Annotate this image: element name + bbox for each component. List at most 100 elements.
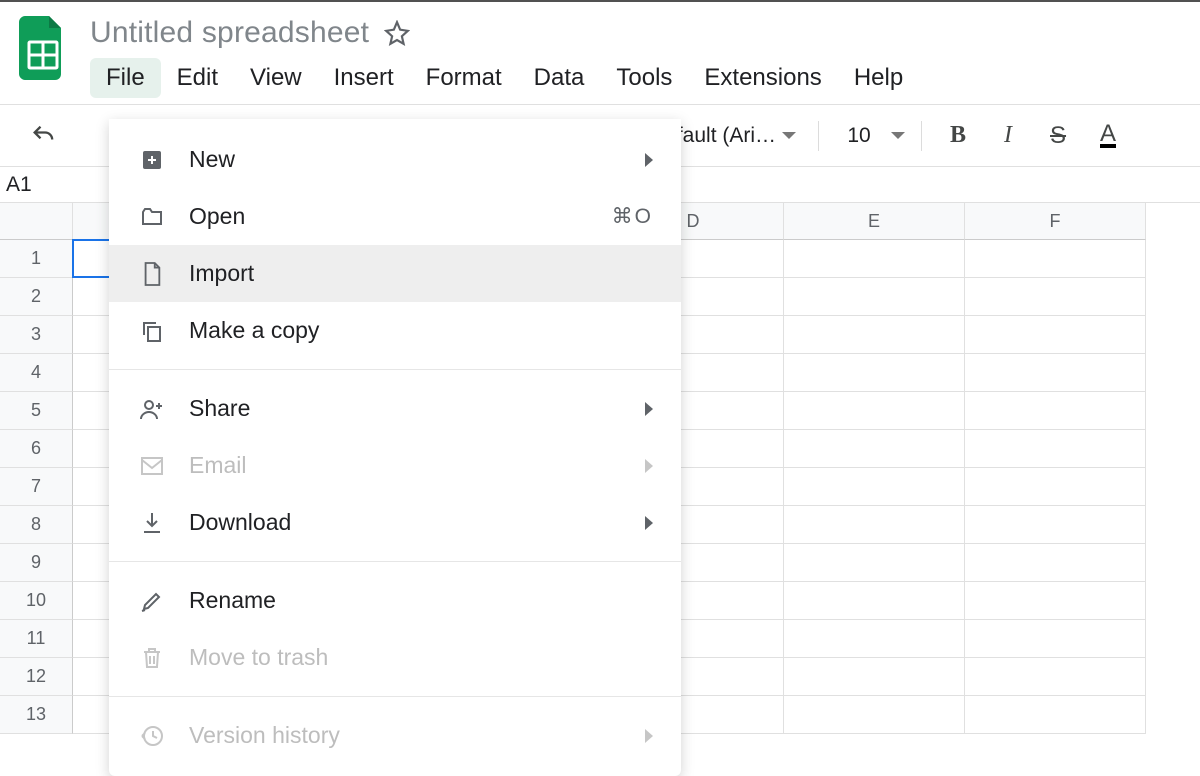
row-header[interactable]: 13: [0, 696, 73, 734]
cell[interactable]: [965, 468, 1146, 506]
submenu-caret-icon: [645, 516, 653, 530]
row-header[interactable]: 5: [0, 392, 73, 430]
row-header[interactable]: 12: [0, 658, 73, 696]
menu-file[interactable]: File: [90, 58, 161, 98]
submenu-caret-icon: [645, 729, 653, 743]
file-menu-import[interactable]: Import: [109, 245, 681, 302]
row-headers: 12345678910111213: [0, 240, 73, 734]
menu-item-label: Email: [189, 452, 247, 479]
download-icon: [137, 508, 167, 538]
document-icon: [137, 259, 167, 289]
cell[interactable]: [784, 430, 965, 468]
menu-item-label: Open: [189, 203, 245, 230]
menu-tools[interactable]: Tools: [600, 58, 688, 98]
menu-item-label: Download: [189, 509, 291, 536]
cell[interactable]: [784, 240, 965, 278]
menu-extensions[interactable]: Extensions: [688, 58, 837, 98]
cell[interactable]: [965, 544, 1146, 582]
cell[interactable]: [784, 582, 965, 620]
cell[interactable]: [784, 392, 965, 430]
menu-format[interactable]: Format: [410, 58, 518, 98]
row-header[interactable]: 2: [0, 278, 73, 316]
menu-help[interactable]: Help: [838, 58, 919, 98]
cell[interactable]: [965, 316, 1146, 354]
row-header[interactable]: 7: [0, 468, 73, 506]
file-menu-make-a-copy[interactable]: Make a copy: [109, 302, 681, 359]
cell[interactable]: [784, 696, 965, 734]
row-header[interactable]: 10: [0, 582, 73, 620]
row-header[interactable]: 4: [0, 354, 73, 392]
column-header[interactable]: E: [784, 203, 965, 240]
history-icon: [137, 721, 167, 751]
cell[interactable]: [965, 658, 1146, 696]
font-size-value: 10: [835, 124, 883, 148]
cell[interactable]: [965, 696, 1146, 734]
cell[interactable]: [784, 468, 965, 506]
pencil-icon: [137, 586, 167, 616]
menu-insert[interactable]: Insert: [318, 58, 410, 98]
font-size-selector[interactable]: 10: [835, 124, 905, 148]
cell[interactable]: [784, 278, 965, 316]
text-color-button[interactable]: A: [1088, 116, 1128, 156]
select-all-corner[interactable]: [0, 203, 73, 240]
cell[interactable]: [965, 430, 1146, 468]
menu-item-label: Share: [189, 395, 250, 422]
menu-separator: [109, 369, 681, 370]
cell[interactable]: [965, 278, 1146, 316]
cell[interactable]: [784, 544, 965, 582]
file-menu-open[interactable]: Open ⌘O: [109, 188, 681, 245]
row-header[interactable]: 8: [0, 506, 73, 544]
envelope-icon: [137, 451, 167, 481]
name-box[interactable]: [0, 169, 75, 201]
menu-item-label: Version history: [189, 722, 340, 749]
keyboard-shortcut: ⌘O: [612, 204, 653, 229]
chevron-down-icon: [891, 132, 905, 139]
cell[interactable]: [784, 316, 965, 354]
cell[interactable]: [784, 658, 965, 696]
chevron-down-icon: [782, 132, 796, 139]
header-main: Untitled spreadsheet FileEditViewInsertF…: [90, 12, 919, 98]
sheets-logo[interactable]: [16, 12, 70, 84]
menu-item-label: Rename: [189, 587, 276, 614]
menu-item-label: Move to trash: [189, 644, 328, 671]
italic-button[interactable]: I: [988, 116, 1028, 156]
row-header[interactable]: 1: [0, 240, 73, 278]
strikethrough-button[interactable]: S: [1038, 116, 1078, 156]
star-icon[interactable]: [383, 19, 411, 47]
cell[interactable]: [784, 506, 965, 544]
cell[interactable]: [965, 506, 1146, 544]
file-menu-share[interactable]: Share: [109, 380, 681, 437]
cell[interactable]: [965, 582, 1146, 620]
title-row: Untitled spreadsheet: [90, 16, 919, 50]
submenu-caret-icon: [645, 153, 653, 167]
file-menu-new[interactable]: New: [109, 131, 681, 188]
submenu-caret-icon: [645, 459, 653, 473]
row-header[interactable]: 6: [0, 430, 73, 468]
file-menu-download[interactable]: Download: [109, 494, 681, 551]
row-header[interactable]: 9: [0, 544, 73, 582]
submenu-caret-icon: [645, 402, 653, 416]
toolbar-separator: [921, 121, 922, 151]
menu-data[interactable]: Data: [518, 58, 601, 98]
cell[interactable]: [784, 620, 965, 658]
row-header[interactable]: 3: [0, 316, 73, 354]
cell[interactable]: [784, 354, 965, 392]
file-menu-dropdown: New Open ⌘O ImportMake a copy Share Email Down…: [109, 119, 681, 776]
menu-view[interactable]: View: [234, 58, 318, 98]
file-menu-rename[interactable]: Rename: [109, 572, 681, 629]
cell[interactable]: [965, 240, 1146, 278]
cell[interactable]: [965, 354, 1146, 392]
trash-icon: [137, 643, 167, 673]
document-title[interactable]: Untitled spreadsheet: [90, 16, 369, 50]
file-menu-move-to-trash: Move to trash: [109, 629, 681, 686]
menu-edit[interactable]: Edit: [161, 58, 234, 98]
cell[interactable]: [965, 620, 1146, 658]
copy-icon: [137, 316, 167, 346]
bold-button[interactable]: B: [938, 116, 978, 156]
menu-separator: [109, 561, 681, 562]
undo-button[interactable]: [24, 116, 64, 156]
menubar: FileEditViewInsertFormatDataToolsExtensi…: [90, 58, 919, 98]
column-header[interactable]: F: [965, 203, 1146, 240]
cell[interactable]: [965, 392, 1146, 430]
row-header[interactable]: 11: [0, 620, 73, 658]
